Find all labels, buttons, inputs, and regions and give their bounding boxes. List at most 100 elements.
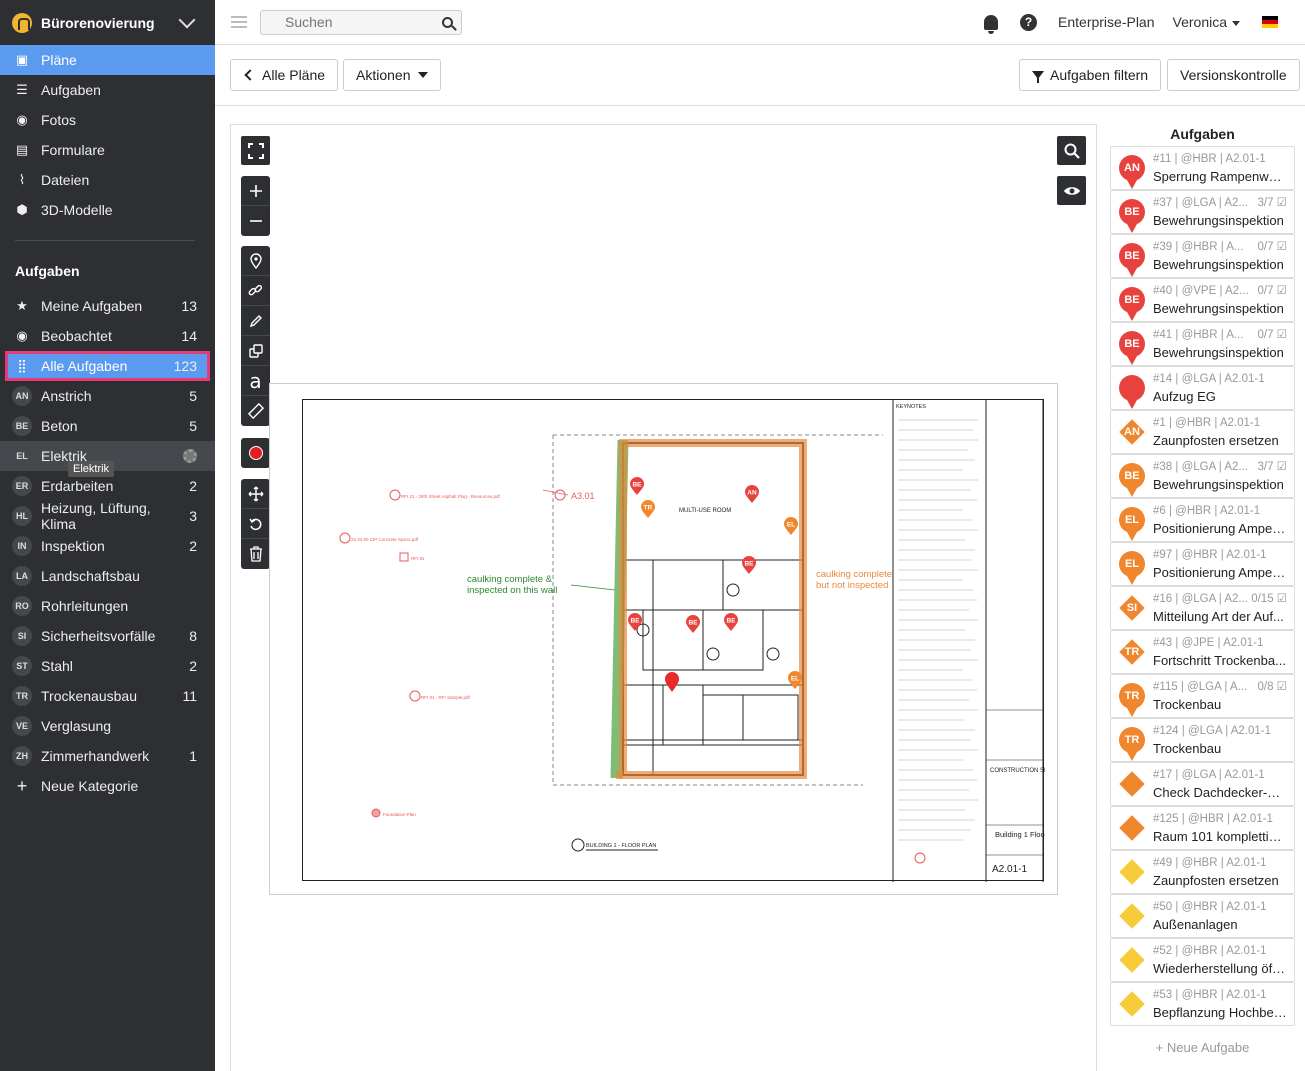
task-row[interactable]: TR #43 | @JPE | A2.01-1 Fortschritt Trocke… <box>1110 630 1295 674</box>
project-switcher[interactable]: Bürorenovierung <box>0 0 215 45</box>
category-count: 1 <box>189 748 197 764</box>
task-row[interactable]: #50 | @HBR | A2.01-1 Außenanlagen <box>1110 894 1295 938</box>
plan-pin[interactable]: EL <box>784 517 798 535</box>
version-control-button[interactable]: Versionskontrolle <box>1167 59 1300 91</box>
task-row[interactable]: BE #37 | @LGA | A2... 3/7 ☑ Bewehrungsinspe… <box>1110 190 1295 234</box>
category-si[interactable]: SI Sicherheitsvorfälle 8 <box>0 621 215 651</box>
plan-pin[interactable]: BE <box>724 613 738 631</box>
category-badge: BE <box>12 416 32 436</box>
task-filter-0[interactable]: ★ Meine Aufgaben 13 <box>0 291 215 321</box>
nav-label: Aufgaben <box>41 82 101 98</box>
plus-icon: + <box>16 775 28 796</box>
category-st[interactable]: ST Stahl 2 <box>0 651 215 681</box>
category-ve[interactable]: VE Verglasung <box>0 711 215 741</box>
project-logo-icon <box>12 12 32 33</box>
filter-tasks-button[interactable]: Aufgaben filtern <box>1019 59 1162 91</box>
task-row[interactable]: BE #39 | @HBR | A... 0/7 ☑ Bewehrungsinspek… <box>1110 234 1295 278</box>
category-tr[interactable]: TR Trockenausbau 11 <box>0 681 215 711</box>
plan-viewer[interactable]: a caulking complete & inspected on this … <box>230 124 1097 1071</box>
search-icon[interactable] <box>442 16 453 28</box>
task-row[interactable]: #17 | @LGA | A2.01-1 Check Dachdecker-Ar.… <box>1110 762 1295 806</box>
plan-link[interactable]: Enterprise-Plan <box>1058 14 1155 30</box>
task-filter-1[interactable]: ◉ Beobachtet 14 <box>0 321 215 351</box>
task-row[interactable]: EL #97 | @HBR | A2.01-1 Positionierung Amp… <box>1110 542 1295 586</box>
task-row[interactable]: AN #11 | @HBR | A2.01-1 Sperrung Rampenwan… <box>1110 146 1295 190</box>
task-row[interactable]: AN #1 | @HBR | A2.01-1 Zaunpfosten ersetze… <box>1110 410 1295 454</box>
visibility-button[interactable] <box>1057 176 1086 205</box>
category-zh[interactable]: ZH Zimmerhandwerk 1 <box>0 741 215 771</box>
task-title: Bepflanzung Hochbeet? <box>1153 1005 1292 1020</box>
category-hl[interactable]: HL Heizung, Lüftung, Klima 3 <box>0 500 215 532</box>
category-an[interactable]: AN Anstrich 5 <box>0 381 215 411</box>
task-row[interactable]: #52 | @HBR | A2.01-1 Wiederherstellung öf… <box>1110 938 1295 982</box>
plan-pin[interactable]: BE <box>628 613 642 631</box>
new-task-button[interactable]: + Neue Aufgabe <box>1110 1040 1295 1055</box>
task-row[interactable]: #53 | @HBR | A2.01-1 Bepflanzung Hochbeet… <box>1110 982 1295 1026</box>
move-tool-button[interactable] <box>241 479 270 509</box>
task-row[interactable]: #14 | @LGA | A2.01-1 Aufzug EG <box>1110 366 1295 410</box>
pin-code: EL <box>1124 514 1140 526</box>
zoom-out-button[interactable] <box>241 206 270 236</box>
plan-pin[interactable]: BE <box>686 615 700 633</box>
task-row[interactable]: TR #115 | @LGA | A... 0/8 ☑ Trockenbau <box>1110 674 1295 718</box>
task-meta: #52 | @HBR | A2.01-1 <box>1153 943 1294 960</box>
task-row[interactable]: TR #124 | @LGA | A2.01-1 Trockenbau <box>1110 718 1295 762</box>
help-icon[interactable]: ? <box>1020 13 1038 31</box>
task-info: #17 | @LGA | A2.01-1 Check Dachdecker-Ar.… <box>1153 767 1294 801</box>
task-row[interactable]: BE #40 | @VPE | A2... 0/7 ☑ Bewehrungsinspe… <box>1110 278 1295 322</box>
new-category-button[interactable]: + Neue Kategorie <box>0 771 215 801</box>
filter-icon <box>1032 71 1044 83</box>
search-plan-button[interactable] <box>1057 136 1086 165</box>
delete-button[interactable] <box>241 539 270 569</box>
task-row[interactable]: EL #6 | @HBR | A2.01-1 Positionierung Ampe… <box>1110 498 1295 542</box>
actions-button[interactable]: Aktionen <box>343 59 442 91</box>
pen-tool-button[interactable] <box>241 306 270 336</box>
zoom-in-button[interactable] <box>241 176 270 206</box>
color-picker-button[interactable] <box>241 438 270 468</box>
category-in[interactable]: IN Inspektion 2 <box>0 531 215 561</box>
nav-item-0[interactable]: ▣ Pläne <box>0 45 215 75</box>
task-row[interactable]: #125 | @HBR | A2.01-1 Raum 101 komplettie… <box>1110 806 1295 850</box>
task-row[interactable]: SI #16 | @LGA | A2... 0/15 ☑ Mitteilung Ar… <box>1110 586 1295 630</box>
all-plans-button[interactable]: Alle Pläne <box>230 59 339 91</box>
notification-bell-icon[interactable] <box>984 14 999 34</box>
category-la[interactable]: LA Landschaftsbau <box>0 561 215 591</box>
task-row[interactable]: BE #38 | @LGA | A2... 3/7 ☑ Bewehrungsinspe… <box>1110 454 1295 498</box>
measure-tool-button[interactable] <box>241 396 270 426</box>
task-info: #40 | @VPE | A2... 0/7 ☑ Bewehrungsinspekt… <box>1153 283 1294 317</box>
pin-tool-button[interactable] <box>241 246 270 276</box>
nav-label: Dateien <box>41 172 90 188</box>
user-menu[interactable]: Veronica <box>1173 14 1240 30</box>
task-info: #6 | @HBR | A2.01-1 Positionierung Ampela… <box>1153 503 1294 537</box>
undo-button[interactable] <box>241 509 270 539</box>
task-info: #125 | @HBR | A2.01-1 Raum 101 komplettie… <box>1153 811 1294 845</box>
gear-icon[interactable] <box>183 449 197 463</box>
plan-sheet[interactable]: caulking complete & inspected on this wa… <box>269 383 1058 895</box>
nav-item-5[interactable]: ⬢ 3D-Modelle <box>0 195 215 225</box>
task-row[interactable]: BE #41 | @HBR | A... 0/7 ☑ Bewehrungsinspek… <box>1110 322 1295 366</box>
nav-item-2[interactable]: ◉ Fotos <box>0 105 215 135</box>
text-tool-button[interactable]: a <box>241 366 270 396</box>
nav-item-1[interactable]: ☰ Aufgaben <box>0 75 215 105</box>
task-filter-2[interactable]: ⣿ Alle Aufgaben 123 <box>5 351 210 381</box>
plan-pin-code: BE <box>726 618 736 625</box>
fullscreen-button[interactable] <box>241 136 270 165</box>
nav-item-4[interactable]: ⌇ Dateien <box>0 165 215 195</box>
category-ro[interactable]: RO Rohrleitungen <box>0 591 215 621</box>
hamburger-menu-icon[interactable] <box>231 16 247 28</box>
plan-pin[interactable]: AN <box>745 485 759 503</box>
plan-pin[interactable]: TR <box>641 500 655 518</box>
german-flag-icon[interactable] <box>1262 16 1278 28</box>
chevron-down-icon[interactable] <box>178 11 196 28</box>
search-box[interactable] <box>260 9 462 35</box>
link-tool-button[interactable] <box>241 276 270 306</box>
plan-pin[interactable]: BE <box>742 556 756 574</box>
shape-tool-button[interactable] <box>241 336 270 366</box>
plan-pin[interactable]: BE <box>630 477 644 495</box>
nav-item-3[interactable]: ▤ Formulare <box>0 135 215 165</box>
checklist-count: 3/7 ☑ <box>1257 197 1288 209</box>
search-input[interactable] <box>285 14 425 30</box>
category-be[interactable]: BE Beton 5 <box>0 411 215 441</box>
task-meta-text: #16 | @LGA | A2... 0/15 ☑ <box>1153 593 1288 605</box>
task-row[interactable]: #49 | @HBR | A2.01-1 Zaunpfosten ersetzen <box>1110 850 1295 894</box>
